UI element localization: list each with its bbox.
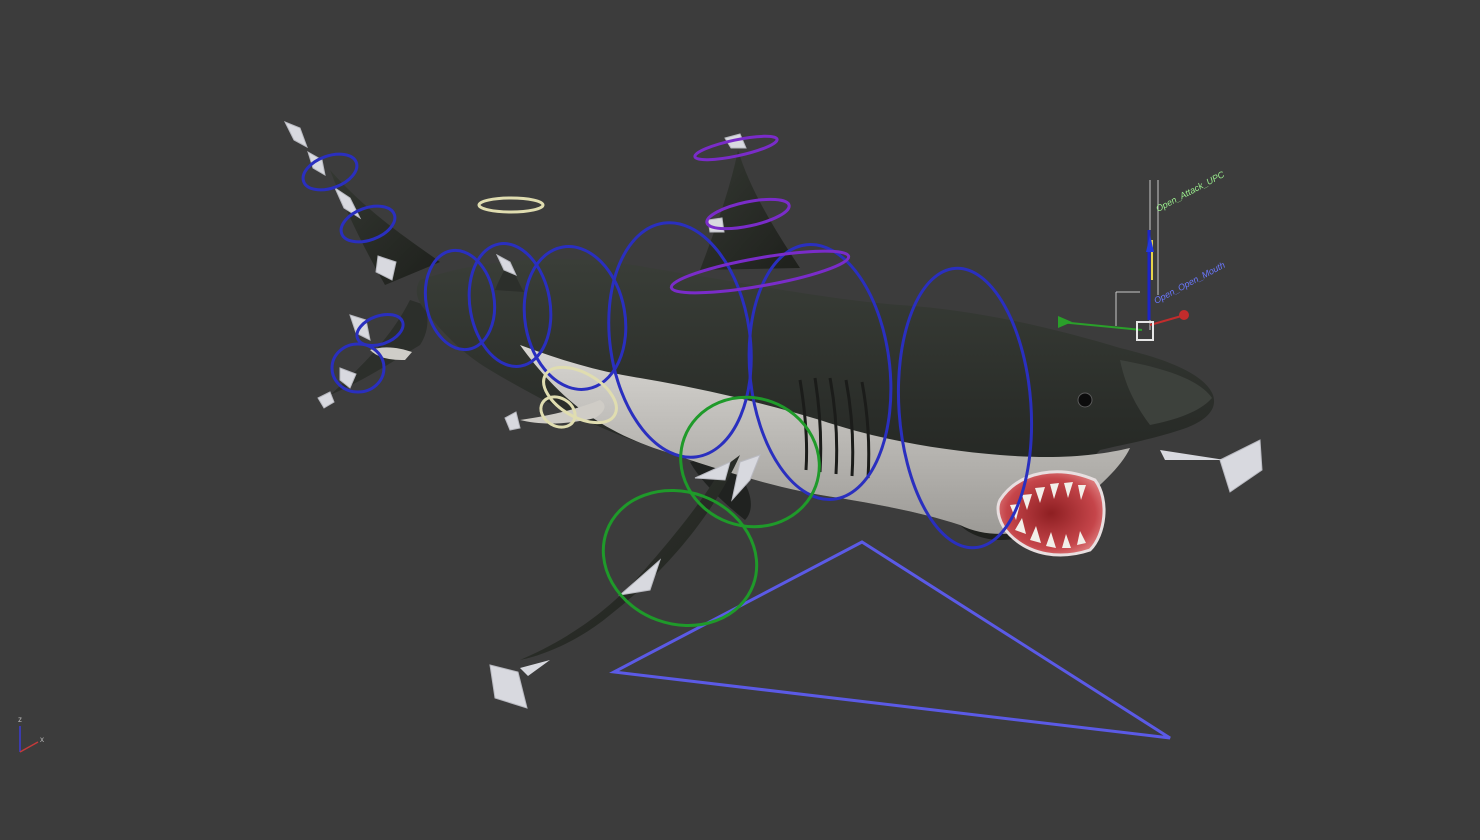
open-mouth-controller-label[interactable]: Open_Open_Mouth [1152,260,1227,306]
dorsal2-ring [477,196,545,214]
world-axis-x-label: x [40,735,44,744]
head-jaw-bone [1160,450,1225,460]
world-axis-z-label: z [18,715,22,724]
scene-canvas[interactable]: Open_Attack_UPC Open_Open_Mouth z x [0,0,1480,840]
ground-control-triangle[interactable] [609,540,1171,740]
pectoral-fin-near[interactable] [520,455,740,660]
pectoral-tip-bone [520,660,550,676]
shark-eye [1077,392,1093,408]
3d-viewport[interactable]: Open_Attack_UPC Open_Open_Mouth z x [0,0,1480,840]
spine-ring-1 [301,152,359,192]
world-axis-tripod: z x [18,715,44,753]
attack-controller-label[interactable]: Open_Attack_UPC [1154,169,1226,214]
